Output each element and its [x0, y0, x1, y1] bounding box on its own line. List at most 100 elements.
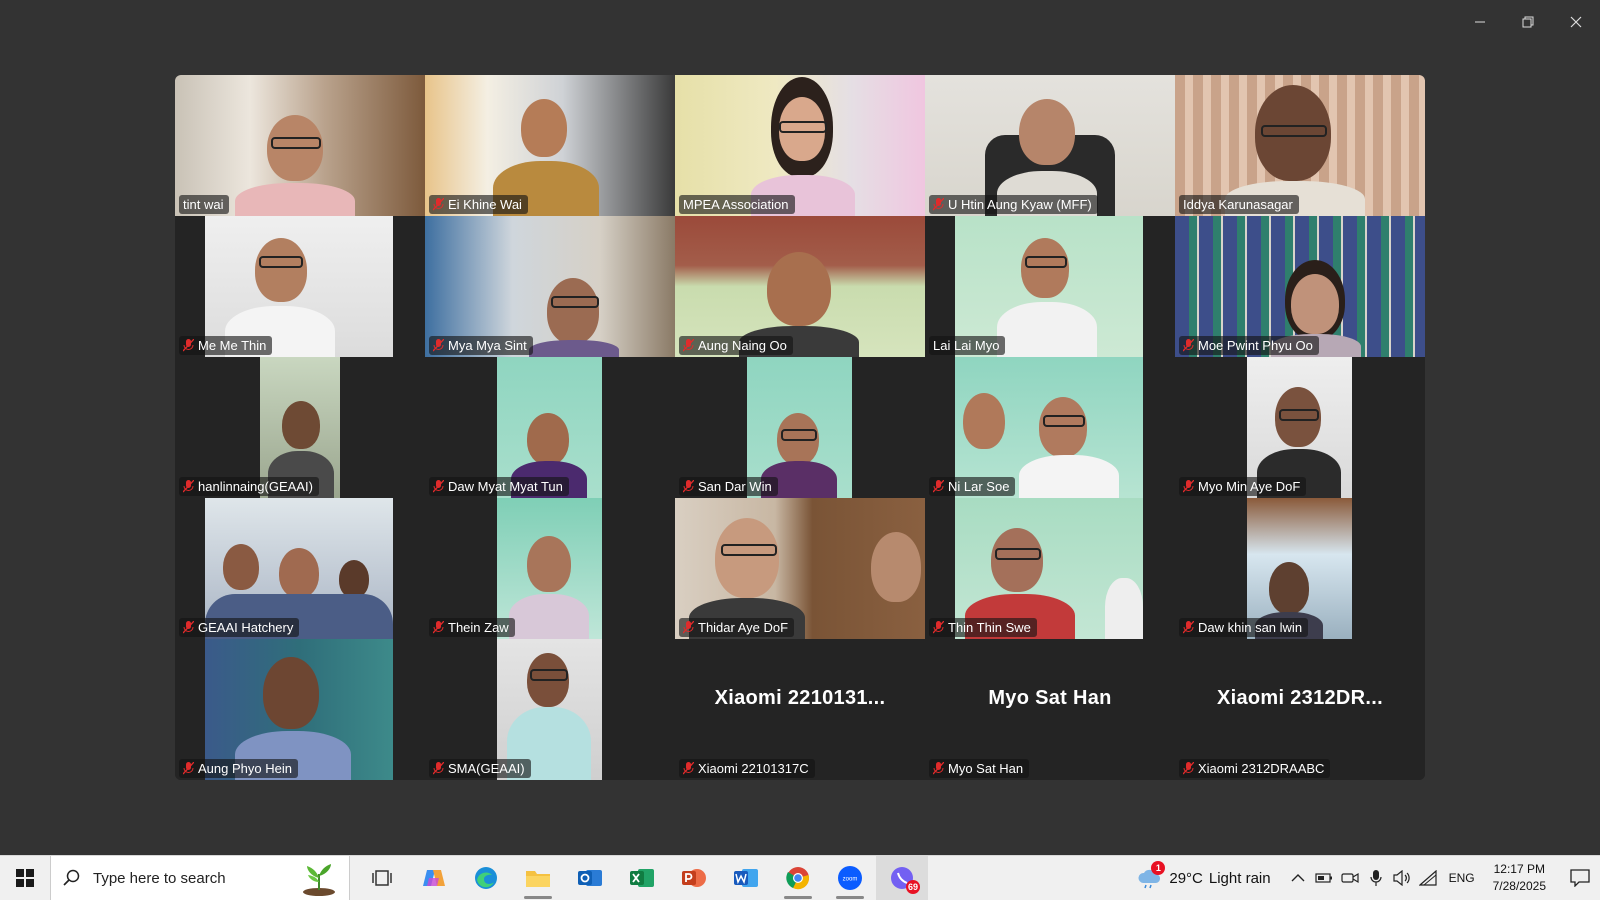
network-button[interactable]: [1416, 856, 1440, 900]
zoom-icon: zoom: [838, 866, 862, 890]
excel-button[interactable]: [616, 856, 668, 900]
participant-tile[interactable]: SMA(GEAAI): [425, 639, 675, 780]
mic-muted-icon: [183, 480, 194, 493]
participant-tile[interactable]: Aung Phyo Hein: [175, 639, 425, 780]
participant-tile[interactable]: GEAAI Hatchery: [175, 498, 425, 639]
participant-tile[interactable]: Mya Mya Sint: [425, 216, 675, 357]
close-icon: [1570, 16, 1582, 28]
viber-button[interactable]: 69: [876, 856, 928, 900]
name-label: Lai Lai Myo: [929, 336, 1006, 355]
mic-muted-icon: [933, 198, 944, 211]
file-explorer-button[interactable]: [512, 856, 564, 900]
name-label: Xiaomi 2312DRAABC: [1179, 759, 1331, 778]
task-view-icon: [372, 870, 392, 886]
copilot-button[interactable]: [408, 856, 460, 900]
participant-tile[interactable]: tint wai: [175, 75, 425, 216]
chevron-up-icon: [1291, 874, 1305, 882]
start-button[interactable]: [0, 856, 50, 900]
input-language[interactable]: ENG: [1449, 871, 1475, 885]
excel-icon: [630, 869, 654, 887]
mic-muted-icon: [683, 762, 694, 775]
display-name: Xiaomi 2312DR...: [1217, 687, 1383, 709]
powerpoint-button[interactable]: [668, 856, 720, 900]
mic-muted-icon: [1183, 339, 1194, 352]
name-label: Myo Min Aye DoF: [1179, 477, 1307, 496]
notification-center-button[interactable]: [1560, 856, 1600, 900]
mic-muted-icon: [183, 339, 194, 352]
participant-tile-no-video[interactable]: Xiaomi 2210131... Xiaomi 22101317C: [675, 639, 925, 780]
participant-tile[interactable]: Thin Thin Swe: [925, 498, 1175, 639]
weather-temperature: 29°C: [1169, 869, 1203, 887]
outlook-button[interactable]: [564, 856, 616, 900]
participant-tile[interactable]: hanlinnaing(GEAAI): [175, 357, 425, 498]
close-button[interactable]: [1552, 0, 1600, 44]
clock[interactable]: 12:17 PM 7/28/2025: [1493, 861, 1546, 895]
chrome-button[interactable]: [772, 856, 824, 900]
show-hidden-icons-button[interactable]: [1286, 856, 1310, 900]
zoom-button[interactable]: zoom: [824, 856, 876, 900]
name-label: Moe Pwint Phyu Oo: [1179, 336, 1319, 355]
battery-button[interactable]: [1312, 856, 1336, 900]
participant-tile[interactable]: Aung Naing Oo: [675, 216, 925, 357]
notification-icon: [1570, 869, 1590, 887]
mic-muted-icon: [683, 339, 694, 352]
taskbar: zoom 69 1 29°C Light rain: [0, 855, 1600, 900]
mic-muted-icon: [1183, 621, 1194, 634]
name-label: Daw Myat Myat Tun: [429, 477, 569, 496]
mic-muted-icon: [433, 480, 444, 493]
participant-tile[interactable]: Ei Khine Wai: [425, 75, 675, 216]
weather-widget[interactable]: 1 29°C Light rain: [1137, 861, 1271, 889]
participant-tile[interactable]: Daw khin san lwin: [1175, 498, 1425, 639]
mic-muted-icon: [933, 621, 944, 634]
edge-button[interactable]: [460, 856, 512, 900]
participant-tile[interactable]: San Dar Win: [675, 357, 925, 498]
name-label: MPEA Association: [679, 195, 795, 214]
restore-icon: [1522, 16, 1534, 28]
clock-date: 7/28/2025: [1492, 879, 1546, 893]
display-name: Myo Sat Han: [988, 687, 1112, 709]
search-input[interactable]: [91, 868, 295, 888]
name-label: Thidar Aye DoF: [679, 618, 795, 637]
weather-condition: Light rain: [1208, 869, 1271, 887]
participant-tile-active-speaker[interactable]: MPEA Association: [675, 75, 925, 216]
minimize-icon: [1475, 21, 1485, 23]
participant-tile[interactable]: Iddya Karunasagar: [1175, 75, 1425, 216]
window-controls: [1456, 0, 1600, 44]
participant-tile[interactable]: Moe Pwint Phyu Oo: [1175, 216, 1425, 357]
participant-tile-no-video[interactable]: Myo Sat Han Myo Sat Han: [925, 639, 1175, 780]
participant-tile[interactable]: Lai Lai Myo: [925, 216, 1175, 357]
participant-tile[interactable]: Ni Lar Soe: [925, 357, 1175, 498]
name-label: Daw khin san lwin: [1179, 618, 1309, 637]
mic-muted-icon: [433, 198, 444, 211]
mic-muted-icon: [683, 621, 694, 634]
camera-icon: [1340, 872, 1359, 884]
participant-tile[interactable]: Daw Myat Myat Tun: [425, 357, 675, 498]
name-label: GEAAI Hatchery: [179, 618, 300, 637]
participant-tile[interactable]: Thidar Aye DoF: [675, 498, 925, 639]
mic-muted-icon: [183, 621, 194, 634]
mic-muted-icon: [433, 621, 444, 634]
mic-muted-icon: [933, 762, 944, 775]
volume-button[interactable]: [1390, 856, 1414, 900]
name-label: Thein Zaw: [429, 618, 515, 637]
video-gallery: tint wai Ei Khine Wai MPEA Association U…: [175, 75, 1425, 780]
participant-tile[interactable]: Thein Zaw: [425, 498, 675, 639]
participant-tile[interactable]: U Htin Aung Kyaw (MFF): [925, 75, 1175, 216]
taskbar-search[interactable]: [50, 856, 350, 900]
participant-tile[interactable]: Myo Min Aye DoF: [1175, 357, 1425, 498]
task-view-button[interactable]: [356, 856, 408, 900]
outlook-icon: [578, 870, 602, 886]
restore-button[interactable]: [1504, 0, 1552, 44]
camera-in-use-button[interactable]: [1338, 856, 1362, 900]
microphone-in-use-button[interactable]: [1364, 856, 1388, 900]
display-name: Xiaomi 2210131...: [714, 687, 886, 709]
copilot-icon: [423, 870, 445, 886]
powerpoint-icon: [682, 869, 706, 887]
word-button[interactable]: [720, 856, 772, 900]
name-label: SMA(GEAAI): [429, 759, 531, 778]
mic-muted-icon: [1183, 480, 1194, 493]
participant-tile[interactable]: Me Me Thin: [175, 216, 425, 357]
microphone-icon: [1369, 870, 1382, 886]
minimize-button[interactable]: [1456, 0, 1504, 44]
participant-tile-no-video[interactable]: Xiaomi 2312DR... Xiaomi 2312DRAABC: [1175, 639, 1425, 780]
